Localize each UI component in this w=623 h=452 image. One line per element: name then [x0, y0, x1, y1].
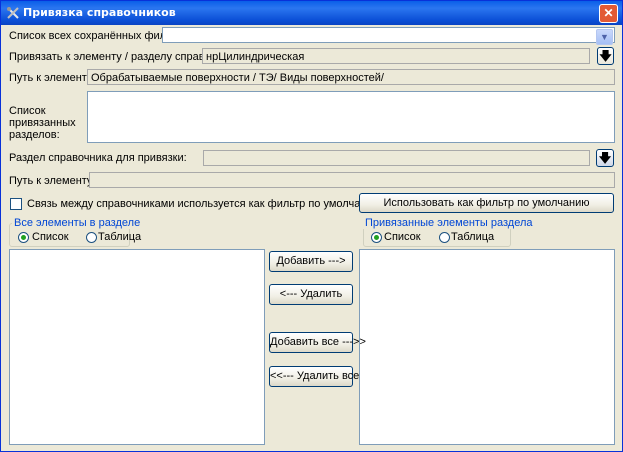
path1-value: Обрабатываемые поверхности / ТЭ/ Виды по…: [91, 72, 384, 84]
window-title: Привязка справочников: [23, 6, 176, 19]
bound-sections-label: Список привязанных разделов:: [9, 105, 76, 141]
arrow-down-icon: 🡇: [598, 151, 612, 165]
filters-dropdown[interactable]: ▼: [162, 27, 615, 45]
chevron-down-icon[interactable]: ▼: [596, 29, 613, 45]
bound-sections-list[interactable]: [87, 91, 615, 143]
right-list-radio[interactable]: [371, 232, 382, 243]
default-filter-checkbox[interactable]: [10, 198, 22, 210]
tools-icon: [7, 7, 19, 19]
all-elements-list[interactable]: [9, 249, 265, 445]
bound-elements-list[interactable]: [359, 249, 615, 445]
right-group-title: Привязанные элементы раздела: [363, 217, 535, 229]
use-as-default-filter-button[interactable]: Использовать как фильтр по умолчанию: [359, 193, 614, 213]
left-group-title: Все элементы в разделе: [12, 217, 143, 229]
section-add-button[interactable]: 🡇: [596, 149, 614, 167]
bind-to-value: нрЦилиндрическая: [206, 51, 305, 63]
section-label: Раздел справочника для привязки:: [9, 152, 187, 164]
dialog-window: Привязка справочников ✕ Список всех сохр…: [0, 0, 623, 452]
left-table-radio[interactable]: [86, 232, 97, 243]
close-button[interactable]: ✕: [599, 4, 618, 23]
add-button[interactable]: Добавить --->: [269, 251, 353, 272]
right-table-radio[interactable]: [439, 232, 450, 243]
right-list-radio-label: Список: [384, 231, 421, 243]
arrow-down-icon: 🡇: [599, 49, 612, 63]
default-filter-checkbox-label: Связь между справочниками используется к…: [27, 198, 381, 210]
left-list-radio-label: Список: [32, 231, 69, 243]
path2-field: [89, 172, 615, 188]
title-bar[interactable]: Привязка справочников ✕: [1, 1, 622, 25]
path1-field: Обрабатываемые поверхности / ТЭ/ Виды по…: [87, 69, 615, 85]
bind-to-field: нрЦилиндрическая: [202, 48, 590, 64]
path2-label: Путь к элементу:: [9, 175, 96, 187]
add-all-button[interactable]: Добавить все --->>: [269, 332, 366, 353]
left-table-radio-label: Таблица: [98, 231, 142, 243]
left-list-radio[interactable]: [18, 232, 29, 243]
remove-button[interactable]: <--- Удалить: [269, 284, 353, 305]
section-field: [203, 150, 590, 166]
path1-label: Путь к элементу:: [9, 72, 96, 84]
remove-all-button[interactable]: <<--- Удалить все: [269, 366, 359, 387]
bind-to-add-button[interactable]: 🡇: [597, 47, 614, 65]
right-table-radio-label: Таблица: [451, 231, 495, 243]
